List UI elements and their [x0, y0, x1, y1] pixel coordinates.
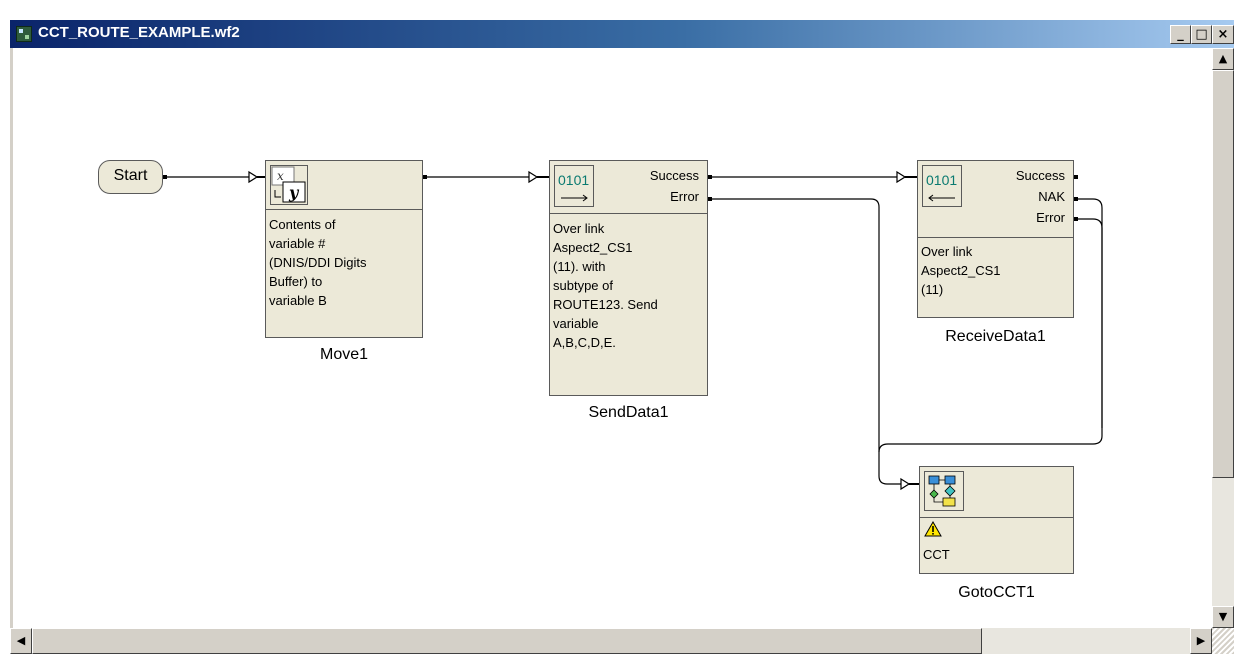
receivedata1-label: ReceiveData1 [945, 328, 1046, 345]
receivedata1-header: 0101 Success NAK Error [918, 161, 1073, 238]
scroll-left-button[interactable]: ◀ [10, 628, 32, 654]
senddata1-node[interactable]: 0101 Success Error Over link Aspect2_CS1… [549, 160, 708, 396]
svg-text:x: x [277, 169, 284, 183]
connector-senddata1-error [710, 198, 901, 485]
send-data-icon: 0101 [554, 165, 594, 207]
scroll-up-button[interactable]: ▲ [1212, 48, 1234, 70]
port-label-success: Success [649, 168, 699, 183]
move1-description: Contents of variable # (DNIS/DDI Digits … [269, 217, 367, 308]
senddata1-description: Over link Aspect2_CS1 (11). with subtype… [553, 221, 658, 350]
window-title: CCT_ROUTE_EXAMPLE.wf2 [38, 24, 240, 41]
input-arrow-move1 [248, 170, 259, 184]
port-receivedata1-nak [1074, 197, 1078, 201]
port-start-out [163, 175, 167, 179]
port-label-error: Error [670, 189, 699, 204]
scroll-down-button[interactable]: ▼ [1212, 606, 1234, 628]
port-label-error: Error [1036, 210, 1065, 225]
move1-label: Move1 [319, 346, 369, 363]
port-receivedata1-success [1074, 175, 1078, 179]
receivedata1-node[interactable]: 0101 Success NAK Error Over link Aspect2… [917, 160, 1074, 318]
port-senddata1-success [708, 175, 712, 179]
horizontal-scrollbar[interactable]: ◀ ▶ [10, 628, 1212, 654]
receive-data-icon: 0101 [922, 165, 962, 207]
connector-receivedata1-error [1076, 218, 1103, 428]
move1-node[interactable]: x y Contents of variable # (DNIS/DDI Dig… [265, 160, 423, 338]
port-label-nak: NAK [1038, 189, 1065, 204]
receivedata1-description: Over link Aspect2_CS1 (11) [921, 244, 1001, 297]
vertical-scrollbar[interactable]: ▲ ▼ [1212, 48, 1234, 654]
senddata1-header: 0101 Success Error [550, 161, 707, 214]
goto-cct-icon [924, 471, 964, 511]
size-grip-icon[interactable] [1212, 628, 1234, 654]
workflow-canvas[interactable]: Start x y Contents of variable # (DNIS/D… [10, 48, 1212, 628]
port-receivedata1-error [1074, 217, 1078, 221]
input-arrow-receivedata1 [896, 170, 907, 184]
input-arrow-senddata1 [528, 170, 539, 184]
gotocct1-description: CCT [923, 547, 950, 562]
scroll-right-button[interactable]: ▶ [1190, 628, 1212, 654]
move-variable-icon: x y [270, 165, 308, 205]
warning-icon [924, 520, 942, 542]
port-label-success: Success [1015, 168, 1065, 183]
port-senddata1-error [708, 197, 712, 201]
minimize-button[interactable]: _ [1170, 25, 1191, 44]
senddata1-label: SendData1 [588, 404, 669, 421]
move1-header: x y [266, 161, 422, 210]
start-node[interactable]: Start [98, 160, 163, 194]
title-bar[interactable]: CCT_ROUTE_EXAMPLE.wf2 _ □ × [10, 20, 1234, 48]
gotocct1-header [920, 467, 1073, 518]
workflow-window: CCT_ROUTE_EXAMPLE.wf2 _ □ × Start x y Co… [10, 20, 1234, 654]
gotocct1-label: GotoCCT1 [958, 584, 1035, 601]
port-move1-out [423, 175, 427, 179]
maximize-button[interactable]: □ [1191, 25, 1212, 44]
horizontal-scroll-thumb[interactable] [32, 628, 982, 654]
vertical-scroll-thumb[interactable] [1212, 70, 1234, 478]
app-icon[interactable] [16, 26, 32, 42]
input-arrow-gotocct1 [900, 477, 911, 491]
close-button[interactable]: × [1212, 25, 1234, 44]
gotocct1-node[interactable]: CCT [919, 466, 1074, 574]
svg-text:y: y [288, 183, 300, 202]
